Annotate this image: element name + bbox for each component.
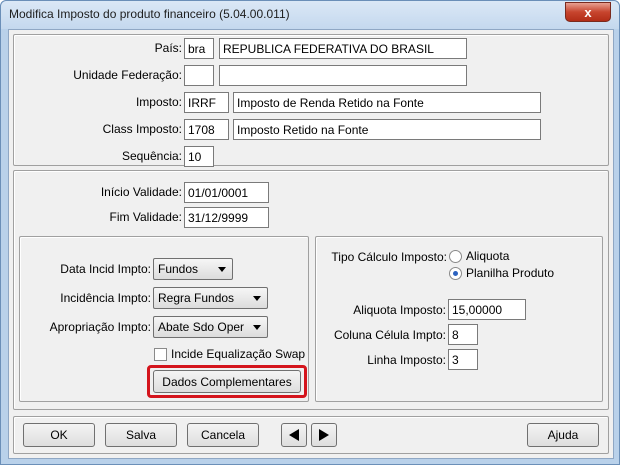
cancela-button[interactable]: Cancela <box>187 423 259 447</box>
sequencia-label: Sequência: <box>121 149 182 163</box>
apropriacao-select[interactable]: Abate Sdo Oper <box>153 316 268 338</box>
pais-label: País: <box>154 41 182 55</box>
title-bar[interactable]: Modifica Imposto do produto financeiro (… <box>1 1 619 29</box>
fim-validade-field[interactable]: 31/12/9999 <box>184 207 269 228</box>
aliquota-imposto-label: Aliquota Imposto: <box>353 303 446 317</box>
data-incid-select[interactable]: Fundos <box>153 258 233 280</box>
class-imposto-label: Class Imposto: <box>102 122 182 136</box>
inicio-validade-field[interactable]: 01/01/0001 <box>184 182 269 203</box>
ajuda-button[interactable]: Ajuda <box>527 423 599 447</box>
incidencia-select[interactable]: Regra Fundos <box>153 287 268 309</box>
triangle-left-icon <box>289 429 299 441</box>
window-title: Modifica Imposto do produto financeiro (… <box>9 7 290 21</box>
chevron-down-icon <box>253 325 261 330</box>
sequencia-field[interactable]: 10 <box>184 146 214 167</box>
pais-name-field[interactable]: REPUBLICA FEDERATIVA DO BRASIL <box>219 38 467 59</box>
triangle-right-icon <box>319 429 329 441</box>
aliquota-radio-label: Aliquota <box>466 249 510 263</box>
tipo-calculo-label: Tipo Cálculo Imposto: <box>331 250 447 264</box>
uf-label: Unidade Federação: <box>73 68 182 82</box>
planilha-produto-radio-label: Planilha Produto <box>466 266 555 280</box>
ok-button[interactable]: OK <box>23 423 95 447</box>
close-button[interactable]: x <box>565 2 611 22</box>
linha-imposto-field[interactable]: 3 <box>448 349 478 370</box>
coluna-celula-field[interactable]: 8 <box>448 324 478 345</box>
previous-button[interactable] <box>281 423 307 447</box>
coluna-celula-label: Coluna Célula Impto: <box>333 328 446 342</box>
aliquota-radio[interactable] <box>449 250 462 263</box>
dialog-window: Modifica Imposto do produto financeiro (… <box>0 0 620 465</box>
fim-validade-label: Fim Validade: <box>109 210 182 224</box>
equalizacao-label: Incide Equalização Swap <box>171 347 306 361</box>
planilha-produto-radio[interactable] <box>449 267 462 280</box>
class-imposto-code-field[interactable]: 1708 <box>184 119 229 140</box>
data-incid-value: Fundos <box>158 262 199 276</box>
apropriacao-label: Apropriação Impto: <box>49 320 151 334</box>
data-incid-label: Data Incid Impto: <box>60 262 151 276</box>
chevron-down-icon <box>253 296 261 301</box>
inicio-validade-label: Início Validade: <box>100 185 182 199</box>
uf-code-field[interactable] <box>184 65 214 86</box>
incidencia-value: Regra Fundos <box>158 291 235 305</box>
imposto-code-field[interactable]: IRRF <box>184 92 229 113</box>
aliquota-imposto-field[interactable]: 15,00000 <box>448 299 526 320</box>
equalizacao-checkbox[interactable] <box>154 348 167 361</box>
imposto-label: Imposto: <box>135 95 182 109</box>
linha-imposto-label: Linha Imposto: <box>367 353 446 367</box>
class-imposto-name-field[interactable]: Imposto Retido na Fonte <box>233 119 541 140</box>
apropriacao-value: Abate Sdo Oper <box>158 320 245 334</box>
uf-name-field[interactable] <box>219 65 467 86</box>
salva-button[interactable]: Salva <box>105 423 177 447</box>
dados-complementares-button[interactable]: Dados Complementares <box>153 370 301 393</box>
imposto-name-field[interactable]: Imposto de Renda Retido na Fonte <box>233 92 541 113</box>
incidencia-label: Incidência Impto: <box>60 291 151 305</box>
chevron-down-icon <box>218 267 226 272</box>
pais-code-field[interactable]: bra <box>184 38 214 59</box>
dialog-body: País: bra REPUBLICA FEDERATIVA DO BRASIL… <box>8 29 614 459</box>
next-button[interactable] <box>311 423 337 447</box>
